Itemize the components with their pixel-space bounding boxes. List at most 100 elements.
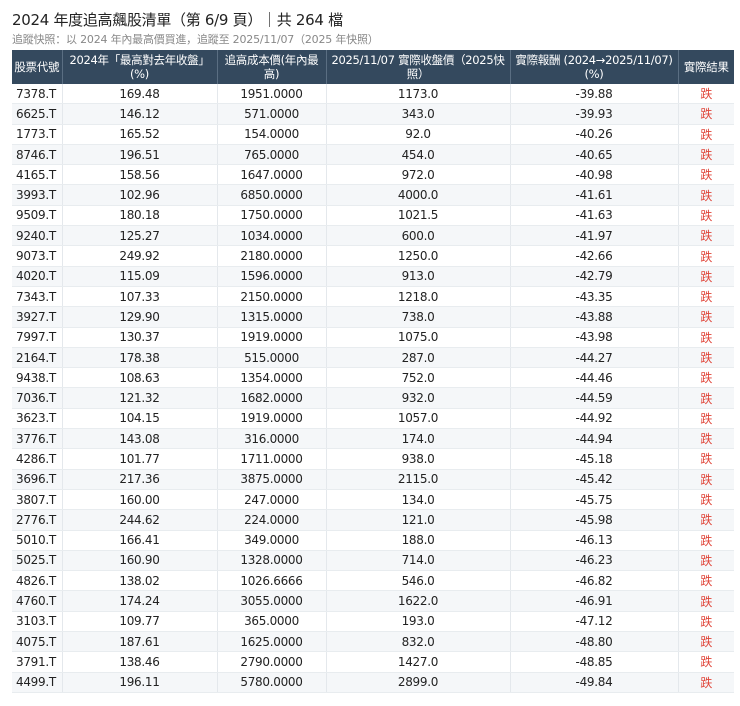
close-price-cell: 1075.0 bbox=[326, 327, 511, 348]
close-price-cell: 92.0 bbox=[326, 124, 511, 145]
cost-price-cell: 6850.0000 bbox=[217, 184, 327, 206]
cost-price-cell: 2150.0000 bbox=[217, 286, 327, 308]
ticker-cell: 4286.T bbox=[12, 448, 63, 470]
cost-price-cell: 1596.0000 bbox=[217, 266, 327, 287]
return-cell: -39.88 bbox=[510, 84, 679, 105]
high-pct-cell: 160.90 bbox=[62, 550, 218, 572]
ticker-cell: 3791.T bbox=[12, 651, 63, 673]
table-row: 5010.T 166.41 349.0000 188.0 -46.13 跌 bbox=[12, 530, 734, 551]
table-row: 4165.T 158.56 1647.0000 972.0 -40.98 跌 bbox=[12, 164, 734, 186]
ticker-cell: 2776.T bbox=[12, 509, 63, 531]
high-pct-cell: 187.61 bbox=[62, 631, 218, 653]
high-pct-cell: 104.15 bbox=[62, 408, 218, 430]
ticker-cell: 9438.T bbox=[12, 367, 63, 389]
stock-table: 股票代號 2024年「最高對去年收盤」(%) 追高成本價(年內最高) 2025/… bbox=[12, 50, 734, 693]
cost-price-cell: 1647.0000 bbox=[217, 164, 327, 186]
close-price-cell: 4000.0 bbox=[326, 184, 511, 206]
return-cell: -41.63 bbox=[510, 205, 679, 227]
cost-price-cell: 224.0000 bbox=[217, 509, 327, 531]
cost-price-cell: 349.0000 bbox=[217, 530, 327, 551]
result-cell: 跌 bbox=[678, 570, 734, 592]
result-cell: 跌 bbox=[678, 245, 734, 267]
column-header-result: 實際結果 bbox=[678, 50, 734, 84]
table-row: 9438.T 108.63 1354.0000 752.0 -44.46 跌 bbox=[12, 367, 734, 389]
close-price-cell: 287.0 bbox=[326, 347, 511, 369]
table-row: 3791.T 138.46 2790.0000 1427.0 -48.85 跌 bbox=[12, 651, 734, 673]
close-price-cell: 2115.0 bbox=[326, 469, 511, 490]
close-price-cell: 1218.0 bbox=[326, 286, 511, 308]
table-row: 3927.T 129.90 1315.0000 738.0 -43.88 跌 bbox=[12, 306, 734, 328]
result-cell: 跌 bbox=[678, 347, 734, 369]
close-price-cell: 2899.0 bbox=[326, 672, 511, 693]
table-row: 7343.T 107.33 2150.0000 1218.0 -43.35 跌 bbox=[12, 286, 734, 308]
return-cell: -44.46 bbox=[510, 367, 679, 389]
close-price-cell: 193.0 bbox=[326, 611, 511, 633]
result-cell: 跌 bbox=[678, 327, 734, 348]
page-subtitle: 追蹤快照：以 2024 年內最高價買進，追蹤至 2025/11/07（2025 … bbox=[12, 33, 379, 46]
return-cell: -43.88 bbox=[510, 306, 679, 328]
high-pct-cell: 165.52 bbox=[62, 124, 218, 145]
table-row: 4020.T 115.09 1596.0000 913.0 -42.79 跌 bbox=[12, 266, 734, 287]
cost-price-cell: 1026.6666 bbox=[217, 570, 327, 592]
cost-price-cell: 3875.0000 bbox=[217, 469, 327, 490]
column-header-close-price: 2025/11/07 實際收盤價（2025快照） bbox=[326, 50, 511, 84]
ticker-cell: 8746.T bbox=[12, 144, 63, 166]
ticker-cell: 3993.T bbox=[12, 184, 63, 206]
close-price-cell: 1021.5 bbox=[326, 205, 511, 227]
page-title: 2024 年度追高飆股清單（第 6/9 頁）｜共 264 檔 bbox=[12, 11, 343, 29]
close-price-cell: 174.0 bbox=[326, 428, 511, 450]
ticker-cell: 4020.T bbox=[12, 266, 63, 287]
ticker-cell: 4760.T bbox=[12, 590, 63, 612]
return-cell: -48.85 bbox=[510, 651, 679, 673]
cost-price-cell: 1750.0000 bbox=[217, 205, 327, 227]
table-row: 4075.T 187.61 1625.0000 832.0 -48.80 跌 bbox=[12, 631, 734, 653]
table-row: 2164.T 178.38 515.0000 287.0 -44.27 跌 bbox=[12, 347, 734, 369]
table-row: 3696.T 217.36 3875.0000 2115.0 -45.42 跌 bbox=[12, 469, 734, 490]
cost-price-cell: 2790.0000 bbox=[217, 651, 327, 673]
return-cell: -45.18 bbox=[510, 448, 679, 470]
ticker-cell: 3776.T bbox=[12, 428, 63, 450]
result-cell: 跌 bbox=[678, 306, 734, 328]
high-pct-cell: 180.18 bbox=[62, 205, 218, 227]
return-cell: -39.93 bbox=[510, 103, 679, 125]
result-cell: 跌 bbox=[678, 184, 734, 206]
result-cell: 跌 bbox=[678, 590, 734, 612]
result-cell: 跌 bbox=[678, 225, 734, 247]
table-row: 3993.T 102.96 6850.0000 4000.0 -41.61 跌 bbox=[12, 184, 734, 206]
table-row: 9509.T 180.18 1750.0000 1021.5 -41.63 跌 bbox=[12, 205, 734, 227]
close-price-cell: 1057.0 bbox=[326, 408, 511, 430]
cost-price-cell: 2180.0000 bbox=[217, 245, 327, 267]
return-cell: -48.80 bbox=[510, 631, 679, 653]
return-cell: -44.59 bbox=[510, 387, 679, 409]
close-price-cell: 1250.0 bbox=[326, 245, 511, 267]
ticker-cell: 7378.T bbox=[12, 84, 63, 105]
cost-price-cell: 515.0000 bbox=[217, 347, 327, 369]
high-pct-cell: 143.08 bbox=[62, 428, 218, 450]
cost-price-cell: 247.0000 bbox=[217, 489, 327, 511]
table-row: 2776.T 244.62 224.0000 121.0 -45.98 跌 bbox=[12, 509, 734, 531]
result-cell: 跌 bbox=[678, 489, 734, 511]
high-pct-cell: 196.51 bbox=[62, 144, 218, 166]
result-cell: 跌 bbox=[678, 469, 734, 490]
return-cell: -41.61 bbox=[510, 184, 679, 206]
high-pct-cell: 109.77 bbox=[62, 611, 218, 633]
ticker-cell: 3927.T bbox=[12, 306, 63, 328]
ticker-cell: 9509.T bbox=[12, 205, 63, 227]
high-pct-cell: 138.02 bbox=[62, 570, 218, 592]
result-cell: 跌 bbox=[678, 205, 734, 227]
high-pct-cell: 102.96 bbox=[62, 184, 218, 206]
ticker-cell: 3623.T bbox=[12, 408, 63, 430]
ticker-cell: 1773.T bbox=[12, 124, 63, 145]
result-cell: 跌 bbox=[678, 286, 734, 308]
close-price-cell: 188.0 bbox=[326, 530, 511, 551]
result-cell: 跌 bbox=[678, 509, 734, 531]
high-pct-cell: 138.46 bbox=[62, 651, 218, 673]
result-cell: 跌 bbox=[678, 530, 734, 551]
cost-price-cell: 1315.0000 bbox=[217, 306, 327, 328]
close-price-cell: 932.0 bbox=[326, 387, 511, 409]
return-cell: -47.12 bbox=[510, 611, 679, 633]
column-header-ticker: 股票代號 bbox=[12, 50, 63, 84]
result-cell: 跌 bbox=[678, 550, 734, 572]
result-cell: 跌 bbox=[678, 144, 734, 166]
ticker-cell: 5025.T bbox=[12, 550, 63, 572]
